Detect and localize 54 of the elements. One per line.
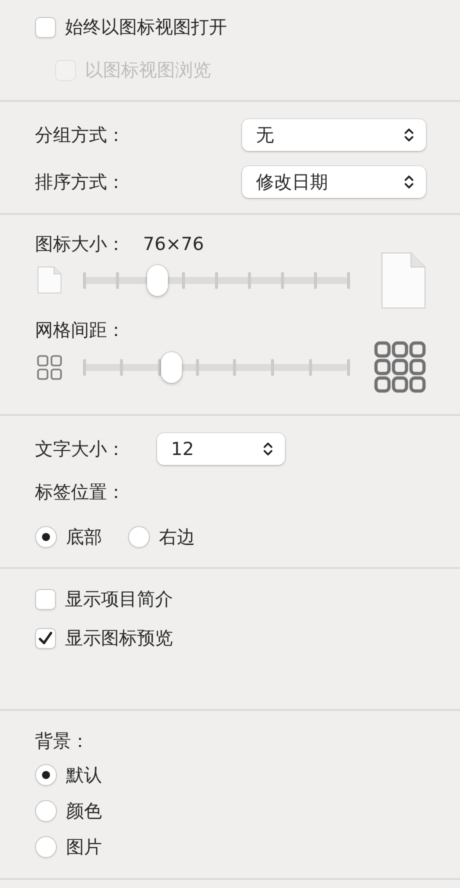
document-icon — [381, 252, 426, 308]
tick-mark — [158, 358, 161, 376]
tick-mark — [182, 272, 184, 288]
slider-thumb[interactable] — [160, 352, 182, 382]
tick-mark — [346, 272, 350, 288]
slider-track[interactable] — [84, 264, 348, 296]
popup-button[interactable]: 无 — [242, 119, 426, 151]
chevron-up-down-icon — [263, 441, 273, 457]
tick-mark — [82, 358, 86, 376]
grid-icon — [374, 341, 426, 393]
checkbox[interactable] — [35, 628, 56, 648]
tick-mark — [116, 272, 118, 288]
radio-button[interactable] — [35, 800, 57, 822]
radio-button[interactable] — [35, 764, 57, 786]
tick-mark — [248, 272, 250, 288]
field-label: 图标大小： — [35, 233, 125, 256]
field-label: 标签位置： — [35, 481, 125, 504]
radio-label: 图片 — [66, 836, 102, 859]
tick-mark — [196, 358, 199, 376]
checkbox-label: 显示项目简介 — [65, 588, 173, 611]
tick-mark — [120, 358, 124, 376]
field-label: 文字大小： — [35, 438, 126, 461]
popup-button[interactable]: 12 — [157, 433, 285, 465]
tick-mark — [280, 272, 284, 288]
chevron-up-down-icon — [404, 174, 414, 190]
checkbox-label: 始终以图标视图打开 — [65, 16, 227, 39]
grid-icon — [37, 354, 62, 380]
checkbox[interactable] — [35, 16, 56, 38]
field-label: 分组方式： — [35, 124, 126, 147]
tick-mark — [82, 272, 86, 288]
checkbox[interactable] — [35, 588, 56, 610]
tick-mark — [314, 272, 316, 288]
radio-button[interactable] — [35, 526, 57, 548]
size-reading: 76×76 — [143, 234, 204, 254]
tick-mark — [308, 358, 312, 376]
field-label: 网格间距： — [35, 319, 125, 342]
radio-label: 右边 — [159, 526, 195, 549]
radio-label: 颜色 — [66, 800, 102, 823]
radio-label: 底部 — [66, 526, 102, 549]
radio-button[interactable] — [35, 836, 57, 858]
slider-track[interactable] — [84, 352, 348, 382]
tick-mark — [346, 358, 350, 376]
document-icon — [37, 266, 62, 294]
tick-mark — [233, 358, 236, 376]
tick-mark — [271, 358, 274, 376]
field-label: 排序方式： — [35, 171, 126, 194]
checkbox-label: 显示图标预览 — [65, 627, 173, 650]
slider-thumb[interactable] — [147, 264, 168, 296]
field-label: 背景： — [35, 730, 89, 753]
radio-button[interactable] — [128, 526, 150, 548]
chevron-up-down-icon — [404, 127, 414, 143]
tick-mark — [214, 272, 218, 288]
radio-label: 默认 — [66, 764, 102, 787]
popup-button[interactable]: 修改日期 — [242, 166, 426, 198]
